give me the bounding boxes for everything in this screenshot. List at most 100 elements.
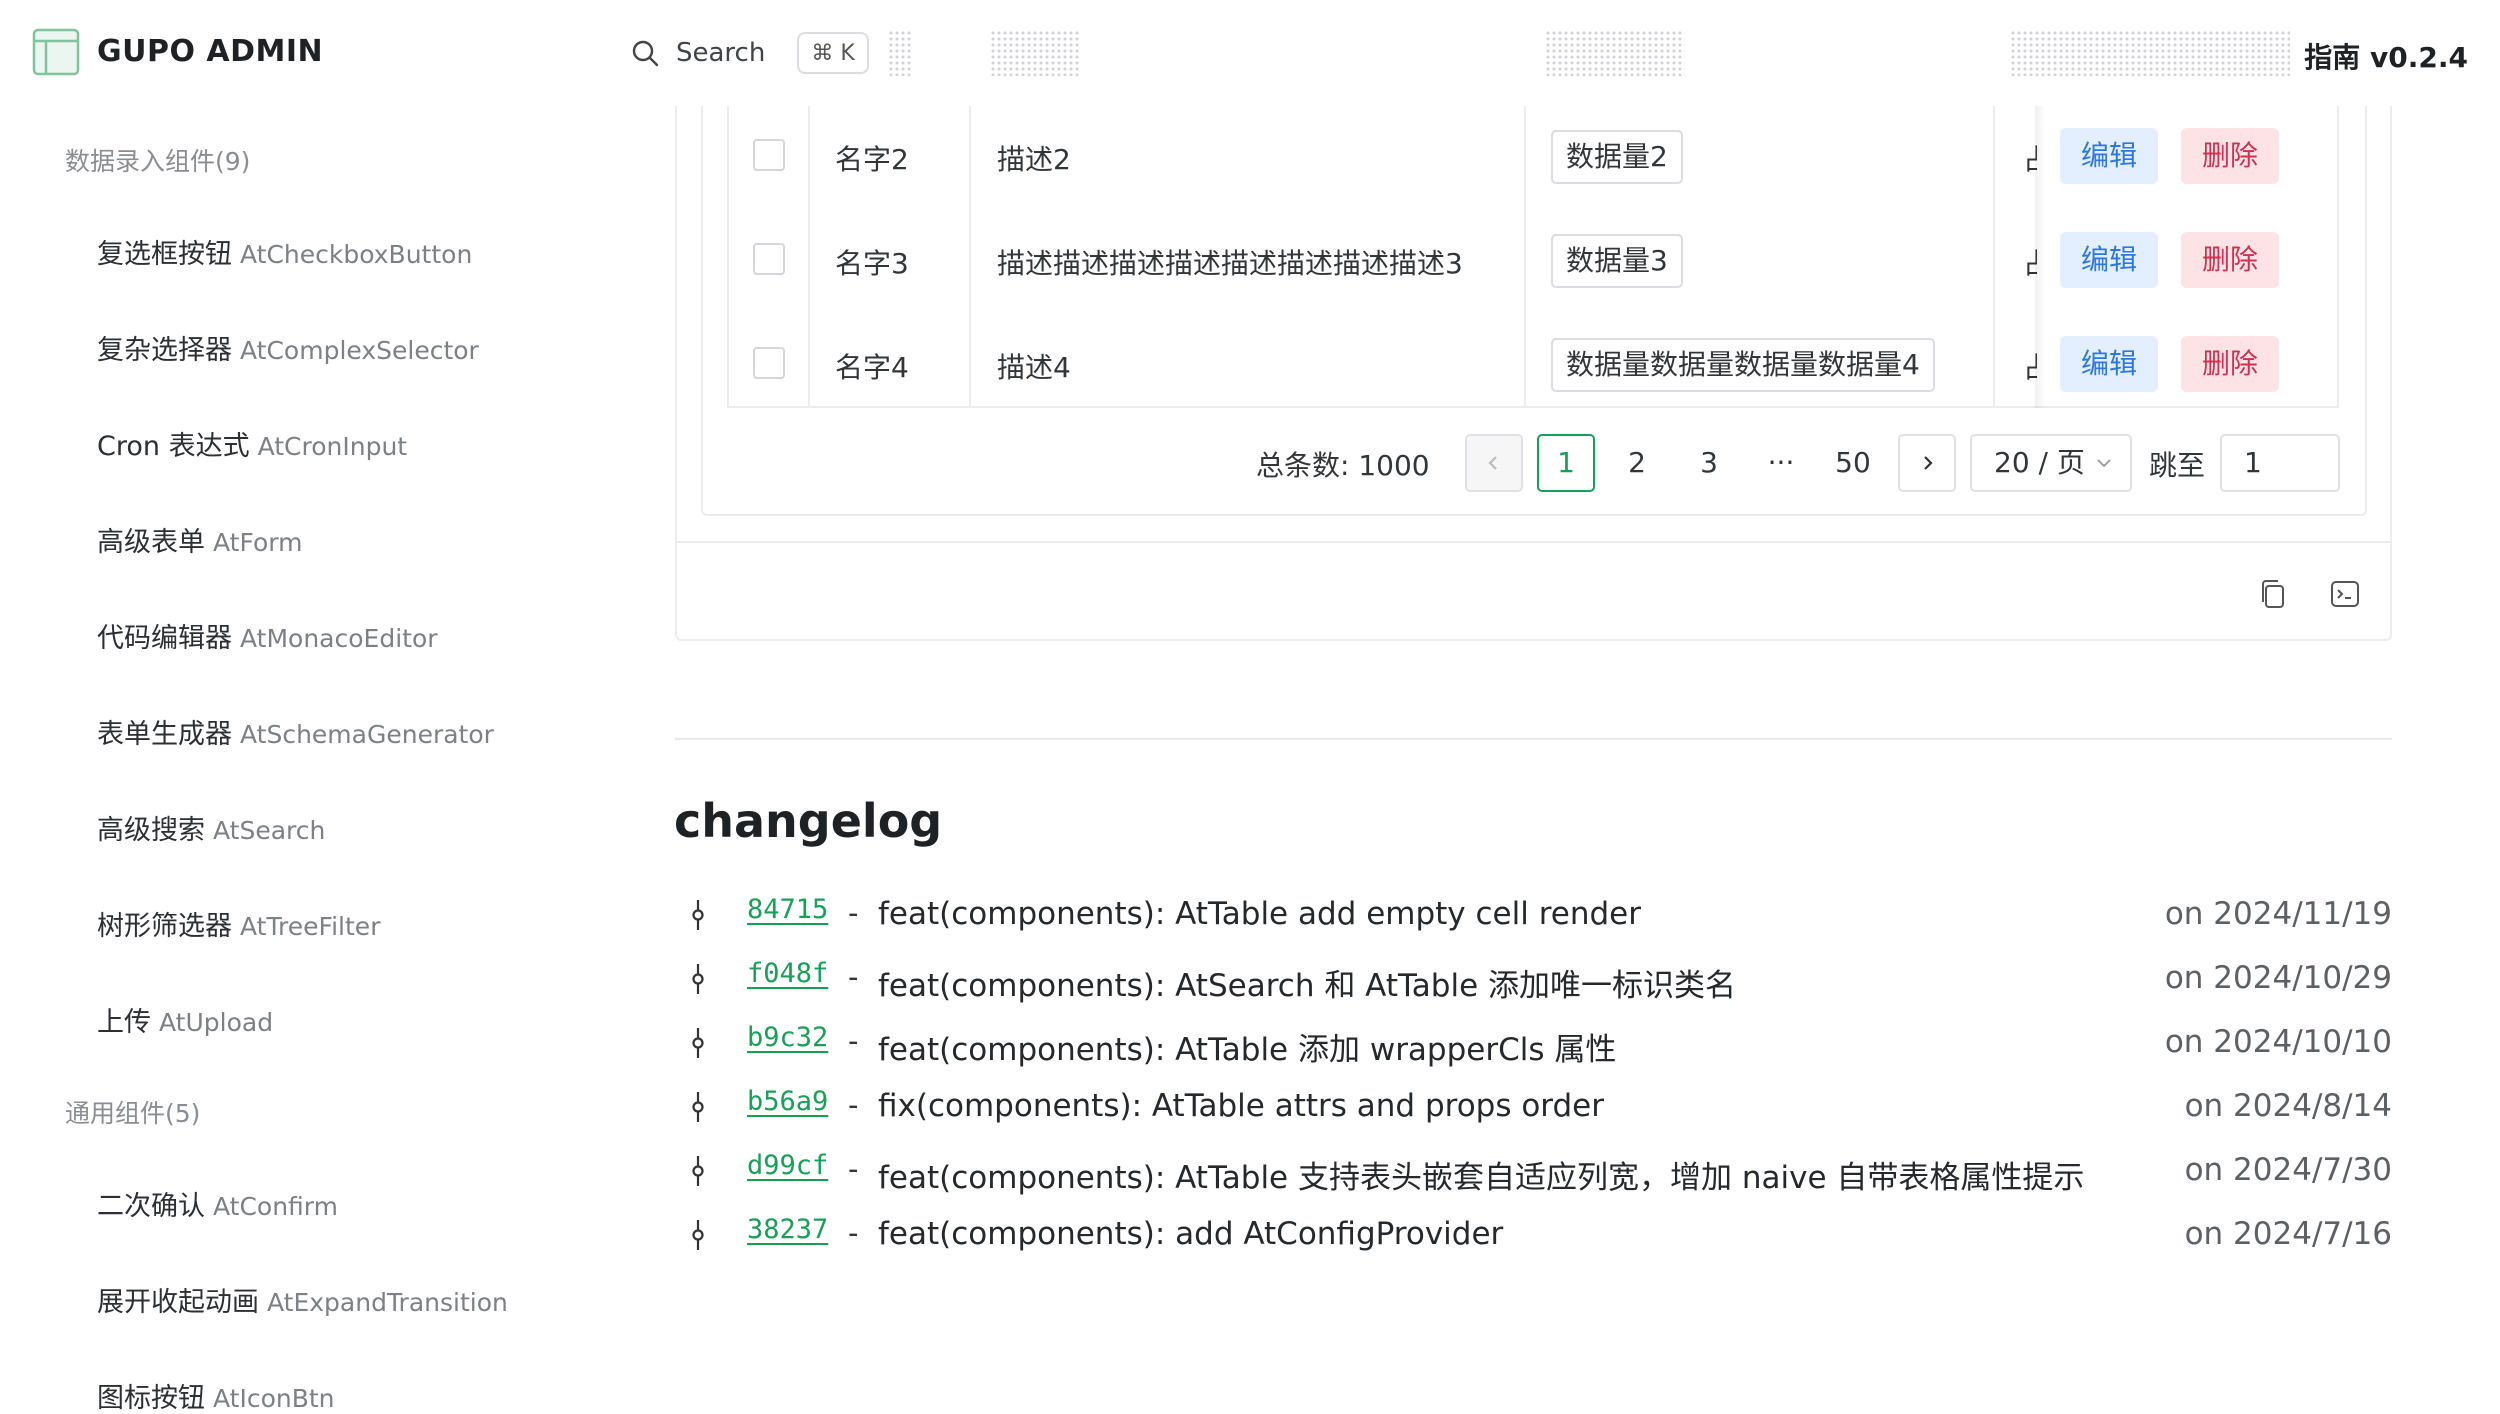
sidebar-item-sublabel: AtMonacoEditor [240, 624, 438, 653]
cell-amount-tag: 数据量数据量数据量数据量4 [1551, 338, 1935, 392]
sidebar-item-icon-btn[interactable]: 图标按钮 AtIconBtn [97, 1376, 335, 1414]
changelog-entry: 84715 - feat(components): AtTable add em… [675, 890, 2392, 938]
cell-description: 描述描述描述描述描述描述描述描述3 [997, 247, 1463, 280]
sidebar-item-form[interactable]: 高级表单 AtForm [97, 520, 302, 559]
sidebar-item-label: 图标按钮 [97, 1383, 205, 1414]
commit-hash-link[interactable]: b9c32 [747, 1022, 828, 1053]
git-commit-icon [692, 1092, 704, 1122]
sidebar-item-sublabel: AtCheckboxButton [240, 240, 473, 269]
sidebar-item-sublabel: AtConfirm [213, 1192, 338, 1221]
chevron-down-icon [2097, 459, 2111, 468]
sidebar-item-sublabel: AtSchemaGenerator [240, 720, 494, 749]
cell-name: 名字3 [835, 247, 909, 280]
git-commit-icon [692, 964, 704, 994]
next-page-button[interactable] [1898, 434, 1956, 492]
sidebar-item-tree-filter[interactable]: 树形筛选器 AtTreeFilter [97, 904, 380, 943]
sidebar-group-title: 通用组件(5) [65, 1099, 201, 1128]
page-size-value: 20 / 页 [1994, 446, 2085, 479]
cell-description: 描述4 [997, 351, 1071, 384]
sidebar-item-label: 高级表单 [97, 527, 205, 558]
delete-button[interactable]: 删除 [2181, 232, 2279, 288]
pagination-total: 总条数: 1000 [1256, 444, 1430, 484]
page-1-button[interactable]: 1 [1537, 434, 1595, 492]
jump-page-input[interactable]: 1 [2220, 434, 2340, 492]
commit-message: feat(components): add AtConfigProvider [878, 1216, 1504, 1252]
code-icon[interactable] [2329, 578, 2361, 610]
sidebar-item-label: 树形筛选器 [97, 911, 232, 942]
row-checkbox[interactable] [753, 243, 785, 275]
commit-date: on 2024/7/30 [2184, 1152, 2392, 1188]
changelog-entry: f048f - feat(components): AtSearch 和 AtT… [675, 954, 2392, 1004]
search-label: Search [676, 38, 766, 68]
page-3-button[interactable]: 3 [1680, 434, 1738, 492]
page-50-button[interactable]: 50 [1824, 434, 1882, 492]
changelog-entry: b9c32 - feat(components): AtTable 添加 wra… [675, 1018, 2392, 1068]
commit-hash-link[interactable]: d99cf [747, 1150, 828, 1181]
commit-message: feat(components): AtTable 添加 wrapperCls … [878, 1032, 1617, 1068]
sidebar-item-label: 展开收起动画 [97, 1287, 259, 1318]
git-commit-icon [692, 1028, 704, 1058]
decorative-dots [990, 30, 1080, 76]
sidebar-item-expand-transition[interactable]: 展开收起动画 AtExpandTransition [97, 1280, 508, 1319]
chevron-right-icon [1924, 456, 1933, 470]
commit-message: feat(components): AtSearch 和 AtTable 添加唯… [878, 968, 1737, 1004]
search-icon [632, 40, 659, 67]
changelog-entry: b56a9 - fix(components): AtTable attrs a… [675, 1082, 2392, 1130]
sidebar-item-sublabel: AtUpload [159, 1008, 274, 1037]
commit-hash-link[interactable]: b56a9 [747, 1086, 828, 1117]
search-button[interactable]: Search ⌘ K [630, 30, 869, 76]
sidebar-item-cron-input[interactable]: Cron 表达式 AtCronInput [97, 424, 407, 463]
sidebar-item-confirm[interactable]: 二次确认 AtConfirm [97, 1184, 338, 1223]
brand-title[interactable]: GUPO ADMIN [97, 34, 323, 69]
page-2-button[interactable]: 2 [1608, 434, 1666, 492]
sidebar-item-monaco-editor[interactable]: 代码编辑器 AtMonacoEditor [97, 616, 438, 655]
sidebar-item-schema-generator[interactable]: 表单生成器 AtSchemaGenerator [97, 712, 494, 751]
sidebar-item-upload[interactable]: 上传 AtUpload [97, 1000, 273, 1039]
commit-message: fix(components): AtTable attrs and props… [878, 1088, 1605, 1124]
page-ellipsis-button[interactable]: ··· [1752, 434, 1810, 492]
card-footer-divider [675, 541, 2392, 543]
guide-version-link[interactable]: 指南 v0.2.4 [2304, 36, 2468, 76]
total-label: 总条数: [1256, 449, 1350, 482]
changelog-entry: 38237 - feat(components): add AtConfigPr… [675, 1210, 2392, 1258]
sidebar-item-checkbox-button[interactable]: 复选框按钮 AtCheckboxButton [97, 232, 472, 271]
sidebar-item-label: 二次确认 [97, 1191, 205, 1222]
edit-button[interactable]: 编辑 [2060, 232, 2158, 288]
edit-button[interactable]: 编辑 [2060, 128, 2158, 184]
sidebar-item-sublabel: AtForm [213, 528, 303, 557]
table-row: 名字2 描述2 数据量2 占 编辑 删除 [729, 104, 2337, 208]
copy-icon[interactable] [2257, 578, 2289, 610]
separator: - [848, 896, 859, 930]
row-checkbox[interactable] [753, 139, 785, 171]
sidebar-item-sublabel: AtTreeFilter [240, 912, 381, 941]
cell-name: 名字4 [835, 351, 909, 384]
sidebar-item-sublabel: AtIconBtn [213, 1384, 335, 1413]
sidebar-item-search[interactable]: 高级搜索 AtSearch [97, 808, 325, 847]
sidebar-item-label: Cron 表达式 [97, 431, 250, 462]
commit-date: on 2024/11/19 [2164, 896, 2392, 932]
git-commit-icon [692, 900, 704, 930]
prev-page-button[interactable] [1465, 434, 1523, 492]
commit-date: on 2024/10/29 [2164, 960, 2392, 996]
git-commit-icon [692, 1220, 704, 1250]
cell-name: 名字2 [835, 143, 909, 176]
logo-icon[interactable] [32, 28, 80, 76]
edit-button[interactable]: 编辑 [2060, 336, 2158, 392]
commit-hash-link[interactable]: 38237 [747, 1214, 828, 1245]
sidebar-item-sublabel: AtComplexSelector [240, 336, 479, 365]
top-navbar: GUPO ADMIN Search ⌘ K 指南 v0.2.4 [0, 0, 2500, 106]
sidebar-item-sublabel: AtCronInput [257, 432, 408, 461]
separator: - [848, 1152, 859, 1186]
commit-hash-link[interactable]: f048f [747, 958, 828, 989]
separator: - [848, 1024, 859, 1058]
delete-button[interactable]: 删除 [2181, 128, 2279, 184]
jump-label: 跳至 [2149, 449, 2206, 482]
row-checkbox[interactable] [753, 347, 785, 379]
sidebar-item-label: 高级搜索 [97, 815, 205, 846]
delete-button[interactable]: 删除 [2181, 336, 2279, 392]
sidebar-item-complex-selector[interactable]: 复杂选择器 AtComplexSelector [97, 328, 479, 367]
commit-hash-link[interactable]: 84715 [747, 894, 828, 925]
separator: - [848, 1088, 859, 1122]
separator: - [848, 1216, 859, 1250]
page-size-select[interactable]: 20 / 页 [1970, 434, 2132, 492]
